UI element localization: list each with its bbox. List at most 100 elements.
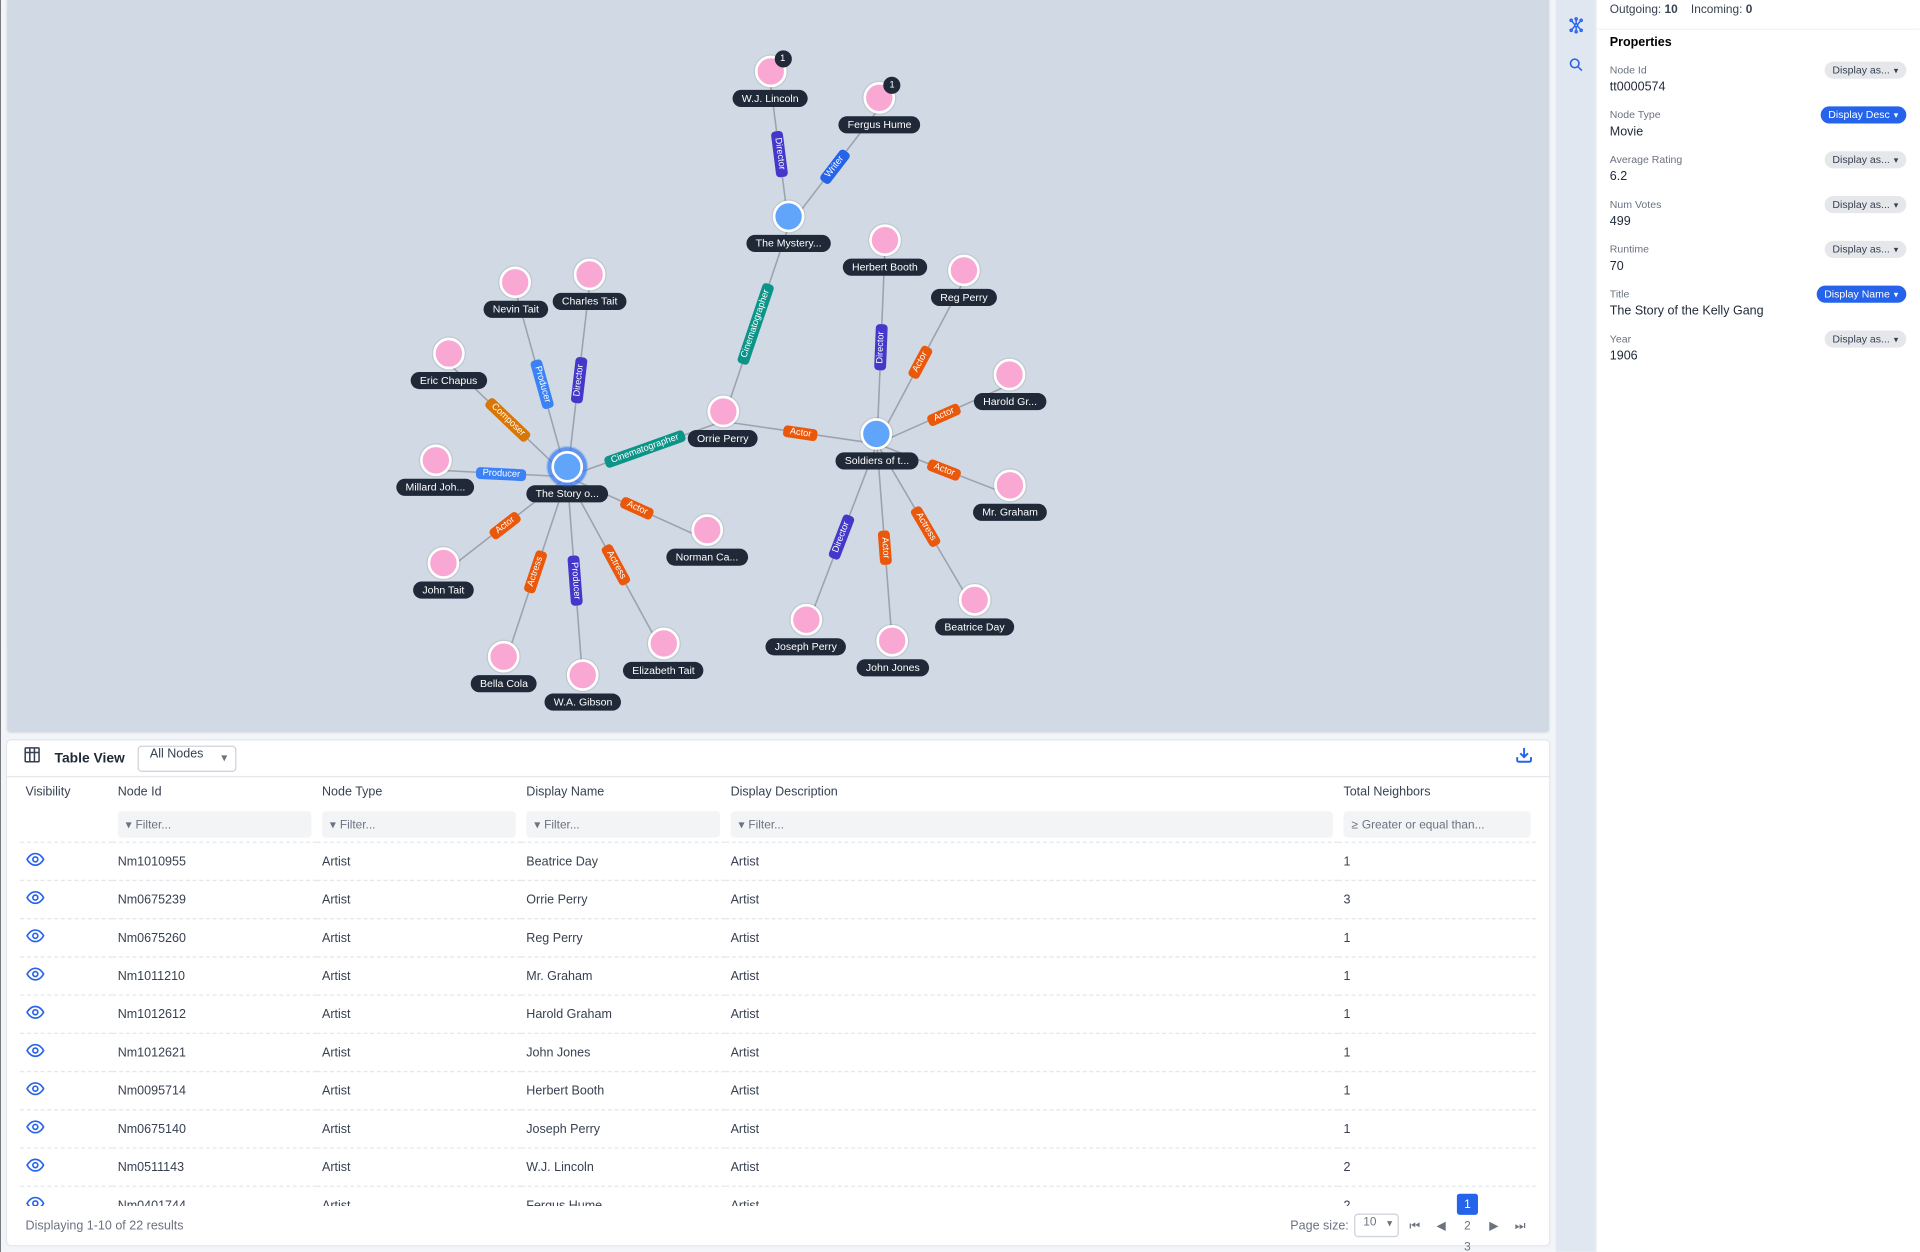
col-node-id[interactable]: Node Id xyxy=(113,777,317,807)
graph-node[interactable]: Soldiers of t... xyxy=(836,418,919,469)
col-total-neighbors[interactable]: Total Neighbors xyxy=(1338,777,1536,807)
property-value: The Story of the Kelly Gang xyxy=(1610,304,1907,318)
filter-node-id[interactable]: ▾ Filter... xyxy=(118,812,312,838)
visibility-toggle-icon[interactable] xyxy=(26,897,46,911)
table-row[interactable]: Nm1011210ArtistMr. GrahamArtist1 xyxy=(20,957,1536,995)
property-value: 70 xyxy=(1610,259,1907,273)
display-as-pill[interactable]: Display Name xyxy=(1816,286,1906,303)
col-display-name[interactable]: Display Name xyxy=(521,777,725,807)
col-node-type[interactable]: Node Type xyxy=(317,777,521,807)
table-row[interactable]: Nm0095714ArtistHerbert BoothArtist1 xyxy=(20,1072,1536,1110)
table-row[interactable]: Nm0675239ArtistOrrie PerryArtist3 xyxy=(20,881,1536,919)
rail-neighbors-icon[interactable] xyxy=(1561,10,1590,39)
edge-label[interactable]: Producer xyxy=(476,466,527,480)
visibility-toggle-icon[interactable] xyxy=(26,935,46,949)
page-next-button[interactable]: ▶ xyxy=(1483,1215,1504,1236)
graph-node[interactable]: 1W.J. Lincoln xyxy=(733,56,808,107)
visibility-toggle-icon[interactable] xyxy=(26,1012,46,1026)
filter-display-name[interactable]: ▾ Filter... xyxy=(526,812,720,838)
visibility-toggle-icon[interactable] xyxy=(26,1050,46,1064)
graph-node[interactable]: Orrie Perry xyxy=(688,396,758,447)
property-item: Title Display NameThe Story of the Kelly … xyxy=(1597,282,1920,327)
property-label: Node Id xyxy=(1610,64,1647,76)
graph-node[interactable]: Herbert Booth xyxy=(843,224,927,275)
visibility-toggle-icon[interactable] xyxy=(26,859,46,873)
graph-node[interactable]: Reg Perry xyxy=(931,255,997,306)
results-count-label: Displaying 1-10 of 22 results xyxy=(26,1218,184,1232)
filter-display-desc[interactable]: ▾ Filter... xyxy=(731,812,1333,838)
table-panel: Table View All Nodes Visibility Node Id … xyxy=(6,739,1551,1246)
table-icon xyxy=(23,746,41,771)
filter-node-type[interactable]: ▾ Filter... xyxy=(322,812,516,838)
display-as-pill[interactable]: Display as... xyxy=(1824,151,1906,168)
graph-canvas[interactable]: ProducerDirectorComposerProducerActorAct… xyxy=(7,0,1549,732)
filter-neighbors[interactable]: ≥ Greater or equal than... xyxy=(1344,812,1531,838)
page-last-button[interactable]: ⏭ xyxy=(1510,1215,1531,1236)
graph-node[interactable]: Nevin Tait xyxy=(484,267,549,318)
page-size-label: Page size: xyxy=(1290,1218,1348,1232)
property-item: Node IdDisplay as...tt0000574 xyxy=(1597,58,1920,103)
col-display-desc[interactable]: Display Description xyxy=(725,777,1338,807)
table-row[interactable]: Nm0675140ArtistJoseph PerryArtist1 xyxy=(20,1110,1536,1148)
property-item: Year Display as... 1906 xyxy=(1597,326,1920,371)
graph-node[interactable]: John Jones xyxy=(857,625,929,676)
visibility-toggle-icon[interactable] xyxy=(26,974,46,988)
graph-node[interactable]: The Mystery... xyxy=(746,201,830,252)
table-row[interactable]: Nm1012621ArtistJohn JonesArtist1 xyxy=(20,1034,1536,1072)
table-row[interactable]: Nm1012612ArtistHarold GrahamArtist1 xyxy=(20,995,1536,1033)
graph-node[interactable]: Joseph Perry xyxy=(766,604,847,655)
page-number-button[interactable]: 2 xyxy=(1457,1215,1478,1236)
table-row[interactable]: Nm0511143ArtistW.J. LincolnArtist2 xyxy=(20,1148,1536,1186)
property-item: Runtime Display as...70 xyxy=(1597,237,1920,282)
page-size-select[interactable]: 10 xyxy=(1354,1213,1399,1237)
display-as-pill[interactable]: Display Desc xyxy=(1820,106,1906,123)
table-filter-select[interactable]: All Nodes xyxy=(138,745,236,771)
col-visibility[interactable]: Visibility xyxy=(20,777,112,807)
property-label: Title xyxy=(1610,288,1630,300)
graph-node[interactable]: Beatrice Day xyxy=(935,584,1014,635)
neighbors-counts: Outgoing: 10 Incoming: 0 xyxy=(1597,0,1920,29)
graph-node[interactable]: W.A. Gibson xyxy=(545,659,622,710)
property-value: 6.2 xyxy=(1610,170,1907,184)
graph-node[interactable]: The Story o... xyxy=(526,451,608,502)
table-row[interactable]: Nm0675260ArtistReg PerryArtist1 xyxy=(20,919,1536,957)
property-item: Average Rating Display as... 6.2 xyxy=(1597,147,1920,192)
graph-node[interactable]: Norman Ca... xyxy=(666,514,747,565)
display-as-pill[interactable]: Display as... xyxy=(1824,62,1906,79)
graph-node[interactable]: 1Fergus Hume xyxy=(838,82,920,133)
graph-panel: Graph View Layout Force Directed (F0Cose… xyxy=(6,0,1551,734)
property-value: 1906 xyxy=(1610,349,1907,363)
graph-node[interactable]: Millard Joh... xyxy=(396,444,474,495)
graph-node[interactable]: Mr. Graham xyxy=(973,469,1047,520)
property-value: 499 xyxy=(1610,214,1907,228)
page-number-button[interactable]: 3 xyxy=(1457,1236,1478,1252)
table-row[interactable]: Nm1010955ArtistBeatrice DayArtist1 xyxy=(20,842,1536,880)
graph-node[interactable]: John Tait xyxy=(413,547,473,598)
page-number-button[interactable]: 1 xyxy=(1457,1194,1478,1215)
nodes-table: Visibility Node Id Node Type Display Nam… xyxy=(20,777,1536,1205)
side-rail xyxy=(1556,0,1596,1252)
display-as-pill[interactable]: Display as... xyxy=(1824,330,1906,347)
display-as-pill[interactable]: Display as... xyxy=(1824,196,1906,213)
graph-node[interactable]: Charles Tait xyxy=(553,259,627,310)
graph-node[interactable]: Harold Gr... xyxy=(974,359,1046,410)
page-prev-button[interactable]: ◀ xyxy=(1431,1215,1452,1236)
property-label: Runtime xyxy=(1610,243,1649,255)
display-as-pill[interactable]: Display as... xyxy=(1824,241,1906,258)
visibility-toggle-icon[interactable] xyxy=(26,1088,46,1102)
download-icon[interactable] xyxy=(1515,746,1533,771)
graph-node[interactable]: Bella Cola xyxy=(471,641,538,692)
edge-label[interactable]: Director xyxy=(874,324,888,370)
property-label: Node Type xyxy=(1610,109,1661,121)
visibility-toggle-icon[interactable] xyxy=(26,1165,46,1179)
graph-node[interactable]: Elizabeth Tait xyxy=(623,628,704,679)
rail-search-icon[interactable] xyxy=(1561,50,1590,79)
property-label: Year xyxy=(1610,333,1631,345)
property-value: Movie xyxy=(1610,125,1907,139)
property-label: Average Rating xyxy=(1610,154,1682,166)
visibility-toggle-icon[interactable] xyxy=(26,1127,46,1141)
page-first-button[interactable]: ⏮ xyxy=(1404,1215,1425,1236)
graph-node[interactable]: Eric Chapus xyxy=(411,338,487,389)
property-item: Node Type Display Desc Movie xyxy=(1597,102,1920,147)
details-panel: Details View ✕ Movie The Story of the Ke… xyxy=(1595,0,1919,1252)
